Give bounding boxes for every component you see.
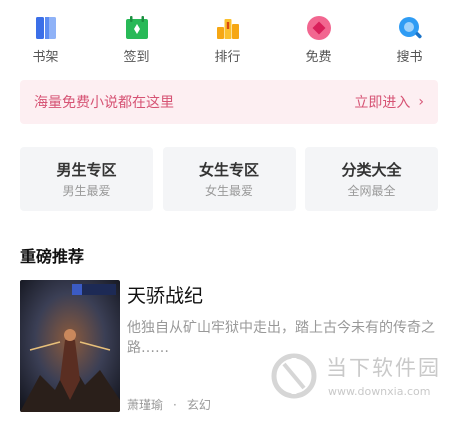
- book-cover-art: [20, 280, 120, 412]
- nav-label: 搜书: [396, 50, 423, 65]
- book-cover[interactable]: [20, 280, 120, 412]
- card-subtitle: 男生最爱: [62, 183, 111, 198]
- card-title: 分类大全: [341, 160, 402, 179]
- top-nav: 书架 签到 排行 免费 搜书: [0, 10, 455, 72]
- free-icon: [306, 16, 331, 40]
- checkin-icon: [125, 16, 148, 39]
- enter-now-label: 立即进入: [354, 95, 411, 111]
- watermark: 当下软件园 www.downxia.com: [270, 348, 455, 408]
- card-subtitle: 女生最爱: [204, 183, 253, 198]
- meta-separator: ·: [173, 397, 177, 412]
- watermark-logo: [271, 353, 317, 399]
- book-meta: 萧瑾瑜 · 玄幻: [127, 396, 211, 413]
- category-card-male[interactable]: 男生专区 男生最爱: [20, 147, 153, 211]
- nav-label: 签到: [123, 50, 150, 65]
- banner-text: 海量免费小说都在这里: [34, 95, 174, 111]
- nav-item-free[interactable]: 免费: [273, 10, 364, 72]
- nav-item-ranking[interactable]: 排行: [182, 10, 273, 72]
- search-icon: [398, 17, 422, 39]
- nav-item-bookshelf[interactable]: 书架: [0, 10, 91, 72]
- section-title: 重磅推荐: [20, 247, 85, 266]
- nav-item-checkin[interactable]: 签到: [91, 10, 182, 72]
- card-title: 男生专区: [56, 160, 117, 179]
- category-card-all[interactable]: 分类大全 全网最全: [305, 147, 438, 211]
- category-card-female[interactable]: 女生专区 女生最爱: [162, 147, 296, 211]
- ranking-icon: [216, 19, 239, 39]
- chevron-right-icon: ›: [418, 94, 424, 110]
- enter-now-link[interactable]: 立即进入 ›: [354, 92, 424, 112]
- book-genre: 玄幻: [186, 398, 211, 412]
- nav-item-search[interactable]: 搜书: [364, 10, 455, 72]
- watermark-url: www.downxia.com: [328, 385, 431, 398]
- nav-label: 排行: [214, 50, 241, 65]
- card-subtitle: 全网最全: [347, 183, 396, 198]
- nav-label: 免费: [305, 50, 332, 65]
- free-novels-banner[interactable]: 海量免费小说都在这里 立即进入 ›: [20, 80, 438, 124]
- nav-label: 书架: [32, 50, 59, 65]
- bookshelf-icon: [35, 17, 56, 39]
- category-cards: 男生专区 男生最爱 女生专区 女生最爱 分类大全 全网最全: [20, 147, 438, 211]
- book-title[interactable]: 天骄战纪: [127, 284, 203, 308]
- book-author: 萧瑾瑜: [127, 398, 164, 412]
- watermark-text: 当下软件园: [326, 356, 441, 380]
- card-title: 女生专区: [198, 160, 259, 179]
